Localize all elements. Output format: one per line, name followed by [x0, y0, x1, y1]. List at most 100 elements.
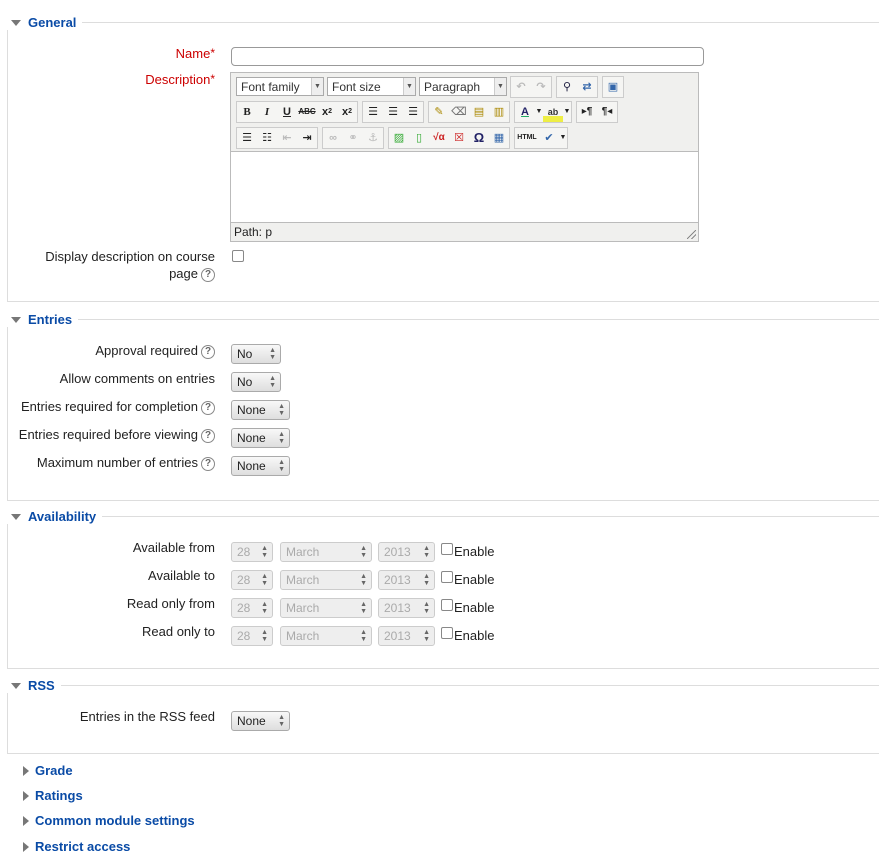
- availability-section-toggle[interactable]: Availability: [7, 509, 103, 524]
- read-only-from-day-select[interactable]: 28 ▲ ▼: [231, 598, 273, 618]
- find-icon[interactable]: ⚲: [557, 77, 577, 97]
- rss-feed-select[interactable]: None ▲ ▼: [231, 711, 290, 731]
- equation-icon[interactable]: √α: [429, 128, 449, 148]
- entries-section-toggle[interactable]: Entries: [7, 312, 79, 327]
- description-label: Description*: [145, 72, 215, 87]
- available-from-year-select[interactable]: 2013 ▲ ▼: [378, 542, 435, 562]
- read-only-from-label: Read only from: [126, 596, 215, 611]
- underline-icon[interactable]: U: [277, 102, 297, 122]
- ltr-icon[interactable]: ▸¶: [577, 102, 597, 122]
- spinner-arrows-icon: ▲ ▼: [261, 629, 268, 643]
- resize-handle-icon[interactable]: [687, 230, 696, 239]
- clean-group: ✎ ⌫ ▤ ▥: [428, 100, 510, 123]
- completion-select[interactable]: None ▲ ▼: [231, 400, 290, 420]
- general-section-toggle[interactable]: General: [7, 15, 83, 30]
- editor-content-area[interactable]: [231, 151, 698, 223]
- help-icon[interactable]: ?: [201, 344, 215, 359]
- name-input[interactable]: [231, 47, 704, 66]
- read-only-from-year-select[interactable]: 2013 ▲ ▼: [378, 598, 435, 618]
- available-from-month-select[interactable]: March ▲ ▼: [280, 542, 372, 562]
- paragraph-select[interactable]: Paragraph ▼: [419, 77, 507, 96]
- align-center-icon[interactable]: ☰: [383, 102, 403, 122]
- rtl-icon[interactable]: ¶◂: [597, 102, 617, 122]
- restrict-access-section-toggle[interactable]: Restrict access: [23, 839, 130, 854]
- link-icon[interactable]: ∞: [323, 128, 343, 148]
- approval-select[interactable]: No ▲ ▼: [231, 344, 281, 364]
- read-only-from-enable-checkbox[interactable]: [441, 599, 453, 611]
- bold-icon[interactable]: B: [237, 102, 257, 122]
- spinner-arrows-icon: ▲ ▼: [261, 573, 268, 587]
- description-editor: Font family ▼ Font size ▼ Paragraph ▼ ↶ ↷ ⚲…: [230, 72, 699, 242]
- display-description-label: Display description on course page?: [45, 248, 215, 282]
- read-only-to-enable-checkbox[interactable]: [441, 627, 453, 639]
- eraser-icon[interactable]: ⌫: [449, 102, 469, 122]
- max-entries-select[interactable]: None ▲ ▼: [231, 456, 290, 476]
- available-to-month-select[interactable]: March ▲ ▼: [280, 570, 372, 590]
- highlight-color-icon[interactable]: ab: [543, 101, 563, 122]
- viewing-select[interactable]: None ▲ ▼: [231, 428, 290, 448]
- redo-icon[interactable]: ↷: [531, 77, 551, 97]
- available-to-day-select[interactable]: 28 ▲ ▼: [231, 570, 273, 590]
- help-icon[interactable]: ?: [201, 400, 215, 415]
- html-icon[interactable]: HTML: [515, 128, 539, 148]
- editor-path: Path: p: [234, 225, 273, 239]
- image-icon[interactable]: ▨: [389, 128, 409, 148]
- align-left-icon[interactable]: ☰: [363, 102, 383, 122]
- align-right-icon[interactable]: ☰: [403, 102, 423, 122]
- dropdown-arrow-icon[interactable]: ▼: [535, 102, 543, 122]
- common-settings-section-toggle[interactable]: Common module settings: [23, 813, 195, 828]
- read-only-to-year-select[interactable]: 2013 ▲ ▼: [378, 626, 435, 646]
- entries-section-title: Entries: [28, 312, 73, 327]
- available-from-enable-checkbox[interactable]: [441, 543, 453, 555]
- available-from-day-select[interactable]: 28 ▲ ▼: [231, 542, 273, 562]
- read-only-from-month-select[interactable]: March ▲ ▼: [280, 598, 372, 618]
- dropdown-arrow-icon[interactable]: ▼: [559, 128, 567, 148]
- expand-right-icon: [23, 841, 29, 852]
- nolink-icon[interactable]: ☒: [449, 128, 469, 148]
- undo-icon[interactable]: ↶: [511, 77, 531, 97]
- help-icon[interactable]: ?: [201, 267, 215, 282]
- anchor-icon[interactable]: ⚓: [363, 128, 383, 148]
- grade-section-toggle[interactable]: Grade: [23, 763, 73, 778]
- undo-redo-group: ↶ ↷: [510, 75, 552, 98]
- cleanup-icon[interactable]: ✎: [429, 102, 449, 122]
- media-icon[interactable]: ▯: [409, 128, 429, 148]
- availability-fieldset: [7, 516, 879, 669]
- font-size-select[interactable]: Font size ▼: [327, 77, 416, 96]
- spinner-arrows-icon: ▲ ▼: [360, 545, 367, 559]
- rss-section-toggle[interactable]: RSS: [7, 678, 61, 693]
- subscript-icon[interactable]: x2: [317, 102, 337, 122]
- italic-icon[interactable]: I: [257, 102, 277, 122]
- replace-icon[interactable]: ⇄: [577, 77, 597, 97]
- outdent-icon[interactable]: ⇤: [277, 128, 297, 148]
- paste-word-icon[interactable]: ▥: [489, 102, 509, 122]
- display-description-checkbox[interactable]: [232, 250, 244, 262]
- available-to-year-select[interactable]: 2013 ▲ ▼: [378, 570, 435, 590]
- max-entries-label: Maximum number of entries?: [37, 455, 215, 471]
- read-only-to-day-select[interactable]: 28 ▲ ▼: [231, 626, 273, 646]
- spellcheck-icon[interactable]: ✔: [539, 128, 559, 148]
- fullscreen-icon[interactable]: ▣: [603, 77, 623, 97]
- help-icon[interactable]: ?: [201, 428, 215, 443]
- unlink-icon[interactable]: ⚭: [343, 128, 363, 148]
- special-char-icon[interactable]: Ω: [469, 128, 489, 148]
- help-icon[interactable]: ?: [201, 456, 215, 471]
- text-color-icon[interactable]: A: [515, 102, 535, 122]
- numbered-list-icon[interactable]: ☷: [257, 128, 277, 148]
- dropdown-arrow-icon[interactable]: ▼: [563, 102, 571, 122]
- available-to-enable-checkbox[interactable]: [441, 571, 453, 583]
- superscript-icon[interactable]: x2: [337, 102, 357, 122]
- month-value: March: [286, 601, 320, 615]
- align-group: ☰ ☰ ☰: [362, 100, 424, 123]
- indent-icon[interactable]: ⇥: [297, 128, 317, 148]
- read-only-to-month-select[interactable]: March ▲ ▼: [280, 626, 372, 646]
- table-icon[interactable]: ▦: [489, 128, 509, 148]
- font-family-select[interactable]: Font family ▼: [236, 77, 324, 96]
- strikethrough-icon[interactable]: ABC: [297, 102, 317, 122]
- bullet-list-icon[interactable]: ☰: [237, 128, 257, 148]
- comments-select[interactable]: No ▲ ▼: [231, 372, 281, 392]
- rss-feed-label: Entries in the RSS feed: [79, 709, 215, 724]
- spinner-arrows-icon: ▲ ▼: [360, 601, 367, 615]
- paste-text-icon[interactable]: ▤: [469, 102, 489, 122]
- ratings-section-toggle[interactable]: Ratings: [23, 788, 83, 803]
